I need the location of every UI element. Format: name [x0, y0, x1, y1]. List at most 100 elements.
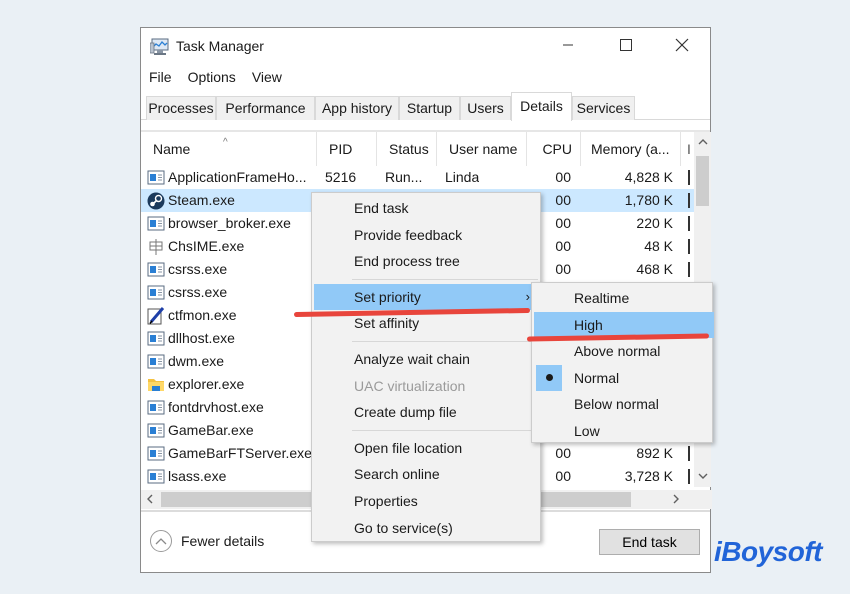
sort-ascending-icon: ^ [223, 137, 228, 148]
menu-file[interactable]: File [141, 66, 180, 88]
process-memory: 4,828 K [624, 169, 673, 185]
close-icon [675, 38, 689, 55]
fewer-details-label: Fewer details [181, 533, 265, 549]
truncated-column-marker [688, 193, 690, 208]
tab-startup[interactable]: Startup [399, 96, 460, 120]
menu-separator [352, 278, 538, 280]
scroll-up-icon[interactable] [694, 134, 711, 151]
column-header-cpu[interactable]: CPU [527, 132, 581, 166]
truncated-column-marker [688, 446, 690, 461]
priority-option-below-normal[interactable]: Below normal [534, 391, 714, 417]
tab-bar: Processes Performance App history Startu… [141, 92, 710, 121]
radio-selected-icon [536, 364, 562, 391]
app-window-icon [147, 353, 165, 370]
fewer-details-button[interactable]: Fewer details [150, 530, 264, 552]
column-header-memory[interactable]: Memory (a... [581, 132, 681, 166]
end-task-button[interactable]: End task [599, 529, 700, 555]
column-header-user-name[interactable]: User name [437, 132, 527, 166]
scroll-left-icon[interactable] [141, 490, 159, 509]
process-pid: 5216 [325, 169, 357, 185]
menu-item-search-online[interactable]: Search online [314, 461, 538, 487]
tab-app-history[interactable]: App history [315, 96, 399, 120]
process-user: Linda [445, 169, 480, 185]
priority-option-above-normal[interactable]: Above normal [534, 338, 714, 364]
close-button[interactable] [659, 28, 705, 64]
app-window-icon [147, 284, 165, 301]
process-memory: 220 K [636, 215, 673, 231]
process-name: csrss.exe [168, 284, 228, 300]
process-name: fontdrvhost.exe [168, 399, 264, 415]
process-name: GameBarFTServer.exe [168, 445, 312, 461]
process-name: Steam.exe [168, 192, 235, 208]
chevron-up-icon [150, 530, 172, 552]
priority-option-label: Normal [574, 369, 620, 386]
menu-item-provide-feedback[interactable]: Provide feedback [314, 222, 538, 248]
menu-item-create-dump-file[interactable]: Create dump file [314, 399, 538, 425]
truncated-column-marker [688, 469, 690, 484]
process-memory: 3,728 K [624, 468, 673, 484]
task-manager-icon [149, 38, 170, 56]
priority-option-low[interactable]: Low [534, 418, 714, 444]
menu-view[interactable]: View [244, 66, 290, 88]
tab-processes[interactable]: Processes [146, 96, 216, 120]
process-context-menu: End task Provide feedback End process tree… [311, 192, 541, 542]
menu-item-label: Properties [354, 493, 418, 509]
scroll-right-icon[interactable] [667, 490, 685, 509]
column-header-more[interactable]: I [681, 132, 694, 166]
menu-item-label: Create dump file [354, 404, 457, 421]
title-bar: Task Manager [141, 28, 710, 64]
priority-option-label: Above normal [574, 343, 661, 359]
menu-item-analyze-wait-chain[interactable]: Analyze wait chain [314, 346, 538, 372]
app-window-icon [147, 445, 165, 462]
menu-separator [352, 341, 538, 342]
menu-item-label: Search online [354, 466, 440, 483]
column-header-pid[interactable]: PID [317, 132, 377, 166]
process-name: ChsIME.exe [168, 238, 245, 254]
priority-option-label: Realtime [574, 290, 630, 306]
menu-item-end-process-tree[interactable]: End process tree [314, 248, 538, 274]
app-window-icon [147, 215, 165, 232]
process-name: lsass.exe [168, 468, 227, 484]
vertical-scroll-thumb[interactable] [696, 156, 709, 206]
column-label: Name [153, 141, 191, 157]
process-name: ApplicationFrameHo... [168, 169, 307, 185]
process-status: Run... [385, 169, 423, 185]
process-name: GameBar.exe [168, 422, 254, 438]
bullet-icon [545, 374, 553, 381]
priority-option-label: High [574, 316, 603, 333]
app-window-icon [147, 330, 165, 347]
tab-users[interactable]: Users [460, 96, 511, 120]
menu-item-open-file-location[interactable]: Open file location [314, 435, 538, 461]
menu-item-end-task[interactable]: End task [314, 195, 538, 221]
menu-item-label: End task [354, 200, 409, 216]
ime-icon [147, 238, 165, 255]
truncated-column-marker [688, 262, 690, 277]
menu-options[interactable]: Options [180, 66, 244, 88]
menu-item-uac-virtualization: UAC virtualization [314, 373, 538, 399]
process-memory: 48 K [644, 238, 673, 254]
maximize-button[interactable] [603, 28, 649, 64]
tab-details[interactable]: Details [511, 92, 572, 121]
truncated-column-marker [688, 170, 690, 185]
priority-option-normal[interactable]: Normal [534, 364, 714, 391]
column-header-name[interactable]: ^ Name [141, 132, 317, 166]
menu-item-properties[interactable]: Properties [314, 488, 538, 514]
priority-option-label: Below normal [574, 396, 659, 412]
column-header-status[interactable]: Status [377, 132, 437, 166]
menu-item-set-priority[interactable]: Set priority › [314, 283, 538, 310]
scroll-down-icon[interactable] [694, 468, 711, 485]
table-row[interactable]: ApplicationFrameHo... 5216 Run... Linda 00 4,… [141, 166, 694, 189]
priority-option-realtime[interactable]: Realtime [534, 285, 714, 311]
chevron-right-icon: › [525, 288, 530, 304]
pen-icon [147, 307, 165, 325]
menu-item-label: Analyze wait chain [354, 351, 470, 367]
process-name: dllhost.exe [168, 330, 235, 346]
process-name: explorer.exe [168, 376, 245, 392]
maximize-icon [620, 38, 632, 54]
tab-services[interactable]: Services [572, 96, 635, 120]
menu-item-label: Go to service(s) [354, 519, 453, 536]
app-window-icon [147, 468, 165, 485]
menu-item-go-to-service-s[interactable]: Go to service(s) [314, 515, 538, 541]
minimize-button[interactable] [545, 28, 591, 64]
tab-performance[interactable]: Performance [216, 96, 315, 120]
